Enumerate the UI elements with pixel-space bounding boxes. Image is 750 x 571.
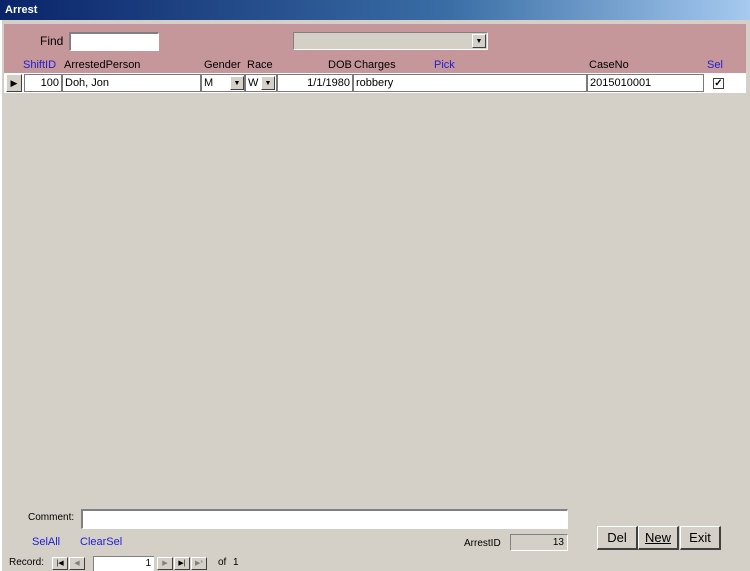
arrestid-label: ArrestID [464,538,501,549]
col-header-sel[interactable]: Sel [707,59,723,71]
cell-charges[interactable]: robbery [353,74,587,92]
record-label: Record: [9,557,45,568]
find-combo[interactable]: ▼ [293,32,488,50]
new-record-icon[interactable]: ▶* [191,557,207,570]
comment-input[interactable] [81,509,568,529]
previous-record-icon[interactable]: ◀ [69,557,85,570]
cell-gender-value: M [204,77,214,89]
last-record-icon[interactable]: ▶| [174,557,190,570]
current-record-input[interactable]: 1 [93,556,154,571]
find-combo-chevron-down-icon[interactable]: ▼ [472,34,486,48]
delete-button[interactable]: Del [597,526,638,550]
record-selector-triangle-icon[interactable]: ▶ [6,74,22,92]
col-header-caseno: CaseNo [589,59,629,71]
col-header-gender: Gender [204,59,241,71]
find-label: Find [40,34,64,48]
col-header-arrestedperson: ArrestedPerson [64,59,141,71]
cell-dob[interactable]: 1/1/1980 [277,74,353,92]
next-record-icon[interactable]: ▶ [157,557,173,570]
select-all-link[interactable]: SelAll [32,536,60,548]
record-of-label: of [218,557,227,568]
record-total: 1 [233,557,239,568]
window-title: Arrest [5,4,38,16]
new-button[interactable]: New [638,526,679,550]
cell-caseno[interactable]: 2015010001 [587,74,704,92]
col-header-race: Race [247,59,273,71]
delete-button-label: Del [607,530,627,545]
cell-race-value: W [248,77,259,89]
comment-label: Comment: [28,512,75,523]
exit-button-label: Exit [689,530,711,545]
find-input[interactable] [69,32,159,51]
exit-button[interactable]: Exit [680,526,721,550]
clear-selection-link[interactable]: ClearSel [80,536,122,548]
arrestid-field: 13 [510,534,568,551]
first-record-icon[interactable]: |◀ [52,557,68,570]
new-button-label: New [644,530,671,545]
sel-checkbox[interactable]: ✓ [713,78,724,89]
form-body [0,20,750,571]
cell-shiftid[interactable]: 100 [24,74,62,92]
col-header-pick[interactable]: Pick [434,59,455,71]
cell-arrestedperson[interactable]: Doh, Jon [62,74,201,92]
col-header-shiftid[interactable]: ShiftID [23,59,56,71]
window-title-bar: Arrest [0,0,750,20]
col-header-dob: DOB [328,59,352,71]
race-chevron-down-icon[interactable]: ▼ [261,76,275,90]
col-header-charges: Charges [354,59,396,71]
gender-chevron-down-icon[interactable]: ▼ [230,76,244,90]
